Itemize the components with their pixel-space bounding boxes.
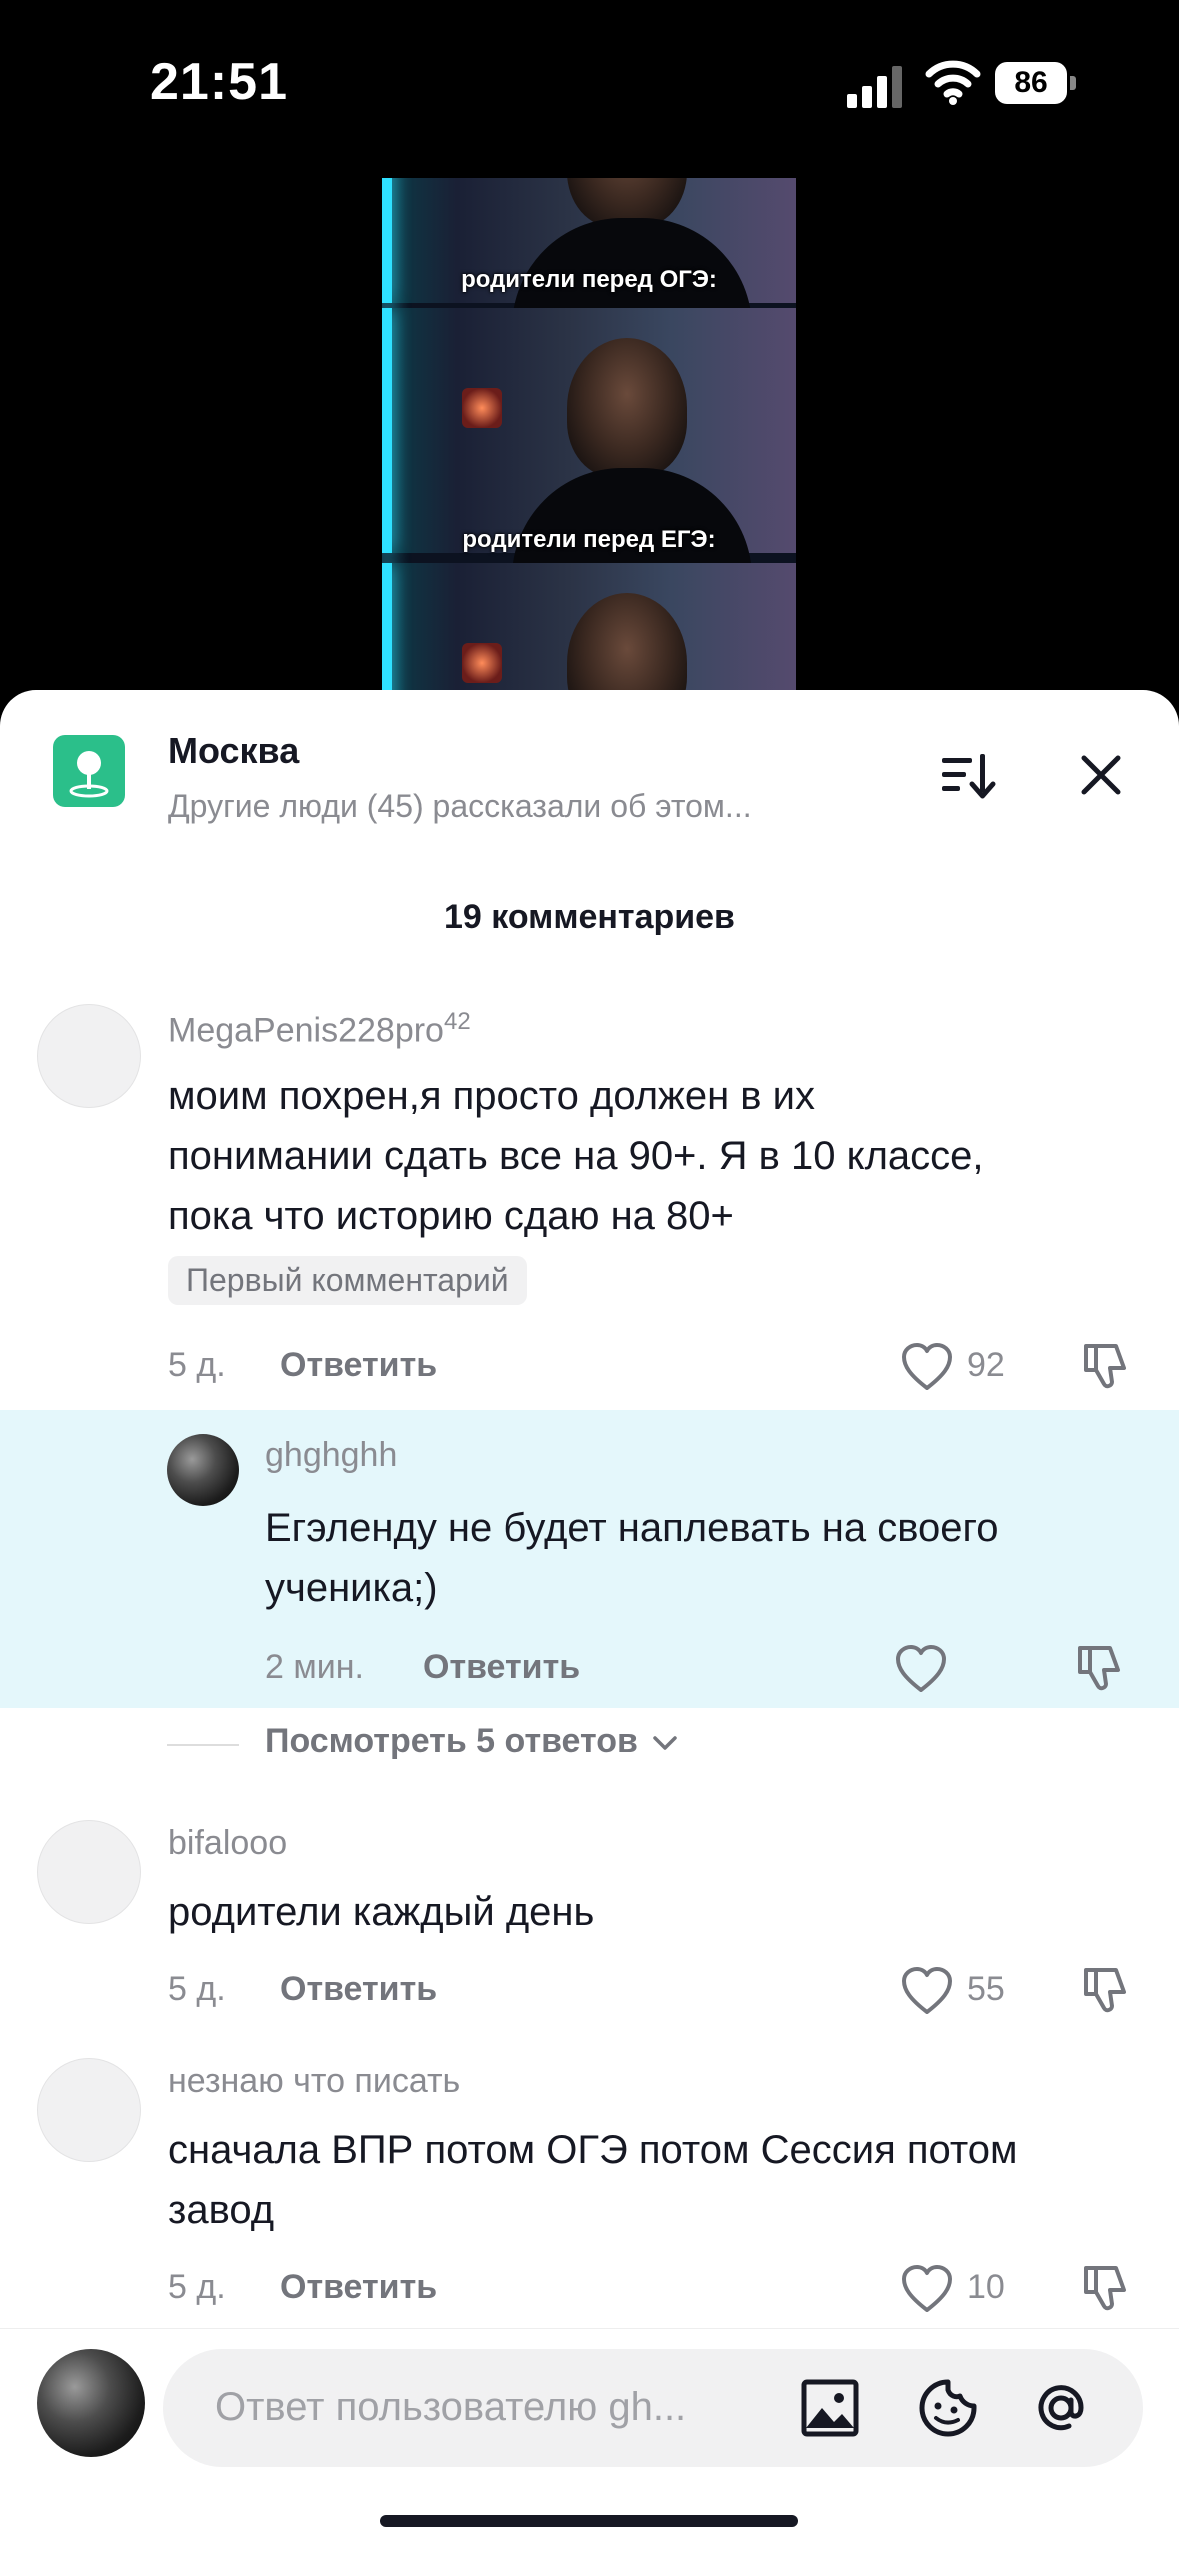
location-pin-icon[interactable]: [53, 735, 125, 807]
heart-icon[interactable]: [900, 1342, 954, 1392]
heart-icon[interactable]: [900, 2264, 954, 2314]
like-count: 55: [967, 1970, 1005, 2008]
comment-username[interactable]: bifalooo: [168, 1824, 287, 1863]
dislike-icon[interactable]: [1074, 1642, 1126, 1694]
comment-time: 5 д.: [168, 1346, 226, 1384]
sticker-icon[interactable]: [916, 2376, 980, 2440]
image-icon[interactable]: [798, 2376, 862, 2440]
reply-button[interactable]: Ответить: [280, 2268, 437, 2307]
comment-username[interactable]: ghghghh: [265, 1436, 397, 1475]
video-caption-1: родители перед ОГЭ:: [461, 266, 717, 293]
status-bar: 21:51 86: [0, 0, 1179, 170]
comment-text: Егэленду не будет наплевать на своего уч…: [265, 1506, 999, 1610]
comment-text: сначала ВПР потом ОГЭ потом Сессия потом…: [168, 2128, 1018, 2232]
heart-icon[interactable]: [900, 1966, 954, 2016]
comment-text: моим похрен,я просто должен в их пониман…: [168, 1074, 984, 1238]
reply-button[interactable]: Ответить: [280, 1970, 437, 2009]
dislike-icon[interactable]: [1080, 1964, 1132, 2016]
dislike-icon[interactable]: [1080, 2262, 1132, 2314]
comment-username[interactable]: MegaPenis228pro42: [168, 1008, 471, 1050]
view-replies-button[interactable]: Посмотреть 5 ответов: [265, 1722, 679, 1761]
comment-text: родители каждый день: [168, 1890, 595, 1934]
dislike-icon[interactable]: [1080, 1340, 1132, 1392]
location-title[interactable]: Москва: [168, 730, 299, 772]
avatar[interactable]: [167, 1434, 239, 1506]
avatar[interactable]: [37, 2058, 141, 2162]
close-icon[interactable]: [1078, 752, 1124, 798]
location-subtitle[interactable]: Другие люди (45) рассказали об этом...: [168, 788, 752, 825]
home-indicator[interactable]: [380, 2515, 798, 2527]
video-preview[interactable]: родители перед ОГЭ: родители перед ЕГЭ:: [382, 178, 796, 698]
like-count: 92: [967, 1346, 1005, 1384]
comments-sheet: Москва Другие люди (45) рассказали об эт…: [0, 690, 1179, 2556]
reply-input-placeholder: Ответ пользователю gh...: [215, 2385, 687, 2429]
avatar[interactable]: [37, 1820, 141, 1924]
battery-indicator: 86: [995, 62, 1077, 106]
reply-input[interactable]: Ответ пользователю gh...: [163, 2349, 1143, 2467]
mention-icon[interactable]: [1029, 2376, 1093, 2440]
wifi-icon: [925, 60, 981, 105]
comments-count: 19 комментариев: [444, 898, 735, 936]
battery-level: 86: [1014, 66, 1048, 99]
sort-icon[interactable]: [940, 750, 996, 800]
cellular-signal-icon: [847, 66, 902, 108]
video-caption-2: родители перед ЕГЭ:: [462, 526, 716, 553]
avatar[interactable]: [37, 1004, 141, 1108]
comment-time: 2 мин.: [265, 1648, 364, 1686]
reply-button[interactable]: Ответить: [423, 1648, 580, 1687]
like-count: 10: [967, 2268, 1005, 2306]
chevron-down-icon: [653, 1736, 678, 1750]
divider-line: [167, 1744, 239, 1746]
comment-time: 5 д.: [168, 1970, 226, 2008]
reply-button[interactable]: Ответить: [280, 1346, 437, 1385]
user-avatar[interactable]: [37, 2349, 145, 2457]
comment-time: 5 д.: [168, 2268, 226, 2306]
first-comment-badge: Первый комментарий: [168, 1256, 527, 1305]
comment-username[interactable]: незнаю что писать: [168, 2062, 460, 2101]
heart-icon[interactable]: [894, 1644, 948, 1694]
status-time: 21:51: [150, 53, 288, 111]
